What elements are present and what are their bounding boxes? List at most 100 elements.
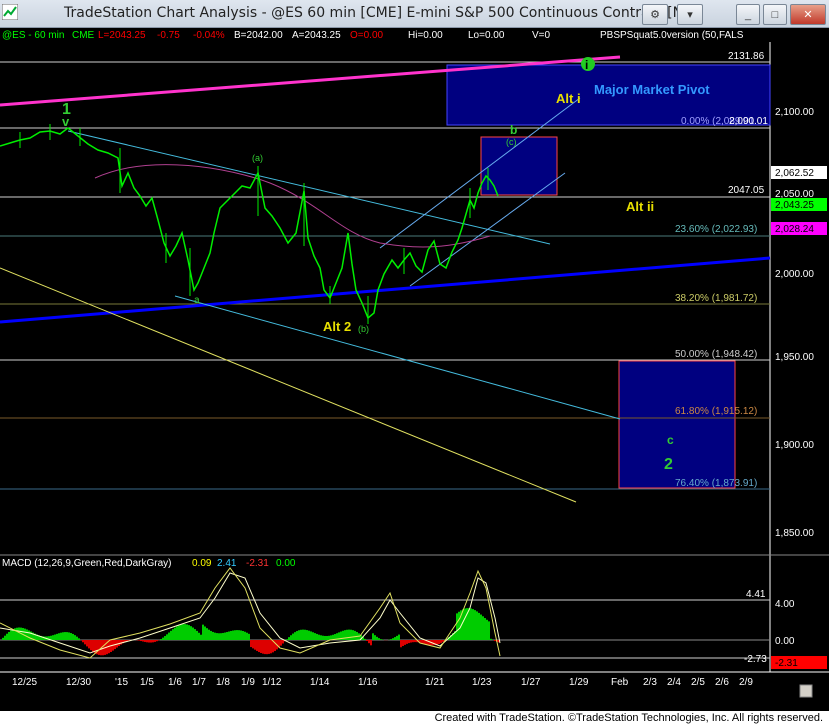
macd-bar [246,632,248,640]
symbol-label: @ES - 60 min [2,30,64,41]
macd-bar [374,635,376,640]
macd-bar [244,631,246,640]
macd-bar [78,638,80,640]
date-tick: 1/27 [521,677,541,688]
alt-2-label: Alt 2 [323,319,351,334]
scroll-right-button[interactable] [799,684,813,698]
cyan-channel-upper [67,130,551,245]
macd-v2: 2.41 [217,558,237,569]
macd-axis-441: 4.41 [746,589,766,600]
macd-bar [28,630,30,640]
macd-bar [488,621,490,640]
chart-area[interactable]: @ES - 60 min CME L=2043.25 -0.75 -0.04% … [0,28,829,711]
date-tick: 12/30 [66,677,91,688]
macd-axis-0: 0.00 [775,636,795,647]
cyan-channel-lower [174,295,621,420]
macd-v4: 0.00 [276,558,296,569]
macd-bar [268,640,270,654]
date-axis: 12/25 12/30 '15 1/5 1/6 1/7 1/8 1/9 1/12… [12,677,753,688]
macd-title: MACD (12,26,9,Green,Red,DarkGray) [2,558,172,569]
macd-bar [264,640,266,655]
macd-bar [90,640,92,651]
macd-bar [370,640,372,646]
dropdown-button[interactable]: ▾ [677,4,703,25]
wave-a-label: a [194,295,200,306]
macd-bar [480,614,482,640]
macd-bar [58,633,60,640]
macd-bar [354,630,356,640]
macd-bar [400,640,402,648]
level-2131: 2131.86 [728,51,765,62]
macd-bar [346,629,348,640]
level-2047: 2047.05 [728,185,765,196]
macd-bar [172,629,174,640]
chart-canvas[interactable]: @ES - 60 min CME L=2043.25 -0.75 -0.04% … [0,28,829,711]
macd-bar [70,633,72,640]
macd-bar [300,629,302,640]
change-value: -0.75 [157,30,180,41]
date-tick: 1/6 [168,677,182,688]
macd-bar [438,640,440,645]
macd-bar [326,635,328,640]
macd-bar [328,635,330,640]
macd-bar [2,637,4,640]
macd-bar [298,630,300,640]
macd-bar [372,633,374,640]
macd-bar [222,632,224,640]
wave-c-label: c [667,433,674,447]
macd-bar [234,630,236,640]
macd-bar [404,640,406,645]
macd-bar [292,633,294,640]
macd-bar [378,638,380,640]
high-value: Hi=0.00 [408,30,443,41]
level-38pct: 38.20% (1,981.72) [675,293,757,304]
macd-bar [26,629,28,640]
macd-bar [68,632,70,640]
indicator-label: PBSPSquat5.0version (50,FALS [600,30,744,41]
macd-bar [186,624,188,640]
change-pct: -0.04% [193,30,225,41]
date-tick: Feb [611,677,629,688]
macd-bar [230,630,232,640]
macd-bar [290,635,292,640]
macd-bar [144,640,146,642]
date-tick: 2/5 [691,677,705,688]
macd-bar [458,611,460,640]
macd-bar [160,639,162,640]
macd-bar [294,632,296,640]
macd-bar [64,632,66,640]
window-titlebar[interactable]: TradeStation Chart Analysis - @ES 60 min… [0,0,829,28]
maximize-button[interactable]: □ [763,4,787,25]
macd-bar [18,627,20,640]
close-button[interactable]: ✕ [790,4,826,25]
wave-v-label: v [62,114,70,129]
footer: Created with TradeStation. ©TradeStation… [0,711,829,726]
price-tick: 2,000.00 [775,269,814,280]
macd-bar [98,640,100,655]
macd-bar [62,632,64,640]
date-tick: 1/9 [241,677,255,688]
gear-button[interactable]: ⚙ [642,4,668,25]
macd-bar [474,610,476,640]
alt-i-box [480,136,558,196]
macd-bar [236,630,238,640]
date-tick: 1/12 [262,677,282,688]
level-2090: 2,090.01 [729,116,768,127]
date-tick: '15 [115,677,128,688]
date-tick: 1/29 [569,677,589,688]
wave-a-paren-label: (a) [252,153,263,163]
macd-v3: -2.31 [246,558,269,569]
macd-bar [140,640,142,642]
macd-bar [248,633,250,640]
minimize-button[interactable]: _ [736,4,760,25]
macd-bar [174,627,176,640]
macd-bar [208,629,210,640]
macd-bar [420,640,422,643]
macd-bar [406,640,408,644]
macd-bar [262,640,264,654]
macd-bar [24,628,26,640]
level-61pct: 61.80% (1,915.12) [675,406,757,417]
date-tick: 1/23 [472,677,492,688]
macd-bar [86,640,88,647]
wave-2-box [618,360,736,489]
